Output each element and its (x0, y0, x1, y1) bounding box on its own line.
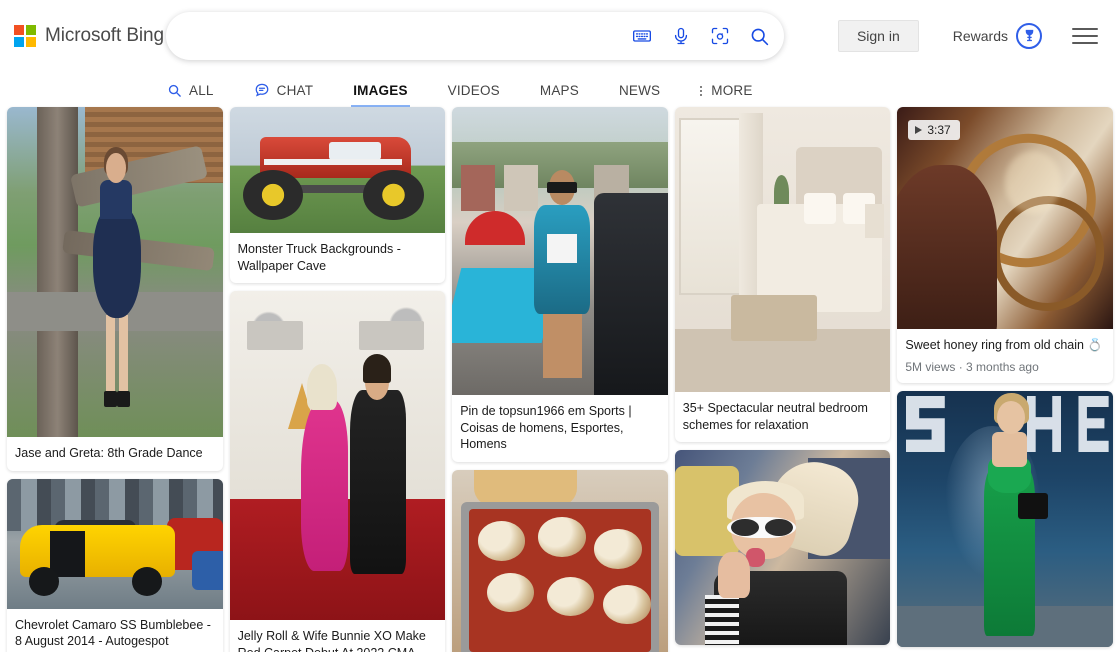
search-icon (167, 83, 182, 98)
tab-label: MAPS (539, 83, 579, 98)
tab-images[interactable]: IMAGES (351, 83, 411, 107)
tab-label: ALL (189, 83, 214, 98)
result-caption: Pin de topsun1966 em Sports | Coisas de … (460, 404, 632, 452)
result-thumbnail[interactable] (674, 107, 891, 392)
tab-label: CHAT (276, 82, 314, 98)
tab-news[interactable]: NEWS (619, 83, 660, 107)
microphone-icon[interactable] (670, 25, 692, 47)
result-caption: 35+ Spectacular neutral bedroom schemes … (682, 401, 868, 432)
search-vertical-tabs: ALL CHAT IMAGES VIDEOS MAPS NEWS MORE (0, 72, 1120, 107)
video-result-card[interactable]: 3:37 Sweet honey ring from old chain 💍 5… (897, 107, 1113, 383)
search-input[interactable] (188, 12, 623, 60)
result-caption: Jelly Roll & Wife Bunnie XO Make Red Car… (237, 629, 426, 652)
result-thumbnail[interactable] (452, 107, 668, 395)
tab-videos[interactable]: VIDEOS (448, 83, 500, 107)
image-result-card[interactable]: Jase and Greta: 8th Grade Dance (7, 107, 223, 471)
microsoft-logo-icon (14, 25, 36, 47)
image-result-card[interactable]: Jelly Roll & Wife Bunnie XO Make Red Car… (229, 291, 446, 652)
tab-label: MORE (711, 83, 753, 98)
result-thumbnail[interactable] (7, 478, 223, 609)
rewards-link[interactable]: Rewards (952, 22, 1042, 49)
search-submit-icon[interactable] (748, 25, 770, 47)
video-meta: 5M views · 3 months ago (905, 359, 1039, 374)
page-header: Microsoft Bing Sign in Rewards (0, 0, 1120, 72)
tab-all[interactable]: ALL (167, 83, 214, 107)
video-duration-badge: 3:37 (908, 120, 960, 141)
image-result-card[interactable] (674, 450, 891, 646)
search-bar[interactable] (166, 12, 784, 60)
rewards-label: Rewards (952, 27, 1008, 44)
tab-maps[interactable]: MAPS (540, 83, 579, 107)
keyboard-icon[interactable] (631, 25, 653, 47)
image-result-card[interactable] (897, 390, 1113, 647)
results-column: 35+ Spectacular neutral bedroom schemes … (674, 107, 891, 646)
tab-label: NEWS (618, 83, 661, 98)
visual-search-icon[interactable] (709, 25, 731, 47)
result-thumbnail[interactable] (674, 450, 891, 646)
sign-in-button[interactable]: Sign in (837, 19, 919, 53)
tab-more[interactable]: MORE (700, 83, 752, 107)
image-result-card[interactable]: 35+ Spectacular neutral bedroom schemes … (674, 107, 891, 443)
result-thumbnail[interactable] (229, 291, 446, 621)
image-results-grid: Jase and Greta: 8th Grade Dance Chevrole… (0, 107, 1120, 652)
tab-chat[interactable]: CHAT (254, 82, 314, 107)
results-column: 3:37 Sweet honey ring from old chain 💍 5… (897, 107, 1113, 647)
bing-logo[interactable]: Microsoft Bing (14, 25, 164, 47)
tab-label: VIDEOS (447, 83, 500, 98)
logo-text: Microsoft Bing (45, 25, 164, 46)
video-duration: 3:37 (927, 123, 951, 137)
result-thumbnail[interactable] (229, 107, 446, 233)
result-caption: Sweet honey ring from old chain 💍 (905, 338, 1103, 352)
image-result-card[interactable]: Monster Truck Backgrounds - Wallpaper Ca… (229, 107, 446, 284)
results-column: Pin de topsun1966 em Sports | Coisas de … (452, 107, 668, 652)
play-icon (915, 126, 923, 135)
result-caption: Jase and Greta: 8th Grade Dance (15, 446, 203, 460)
image-result-card[interactable]: Chevrolet Camaro SS Bumblebee - 8 August… (7, 478, 223, 652)
overflow-dots-icon (700, 85, 703, 96)
results-column: Monster Truck Backgrounds - Wallpaper Ca… (229, 107, 446, 652)
result-caption: Chevrolet Camaro SS Bumblebee - 8 August… (15, 617, 211, 649)
result-caption: Monster Truck Backgrounds - Wallpaper Ca… (237, 242, 401, 273)
result-thumbnail[interactable] (897, 390, 1113, 647)
rewards-trophy-icon[interactable] (1016, 22, 1042, 49)
result-thumbnail[interactable] (7, 107, 223, 437)
image-result-card[interactable]: Pin de topsun1966 em Sports | Coisas de … (452, 107, 668, 462)
results-column: Jase and Greta: 8th Grade Dance Chevrole… (7, 107, 223, 652)
hamburger-menu-icon[interactable] (1072, 24, 1098, 48)
tab-label: IMAGES (353, 83, 408, 98)
image-result-card[interactable] (452, 469, 668, 652)
result-thumbnail[interactable] (452, 469, 668, 652)
chat-bubble-icon (254, 82, 270, 98)
result-thumbnail[interactable]: 3:37 (897, 107, 1113, 329)
